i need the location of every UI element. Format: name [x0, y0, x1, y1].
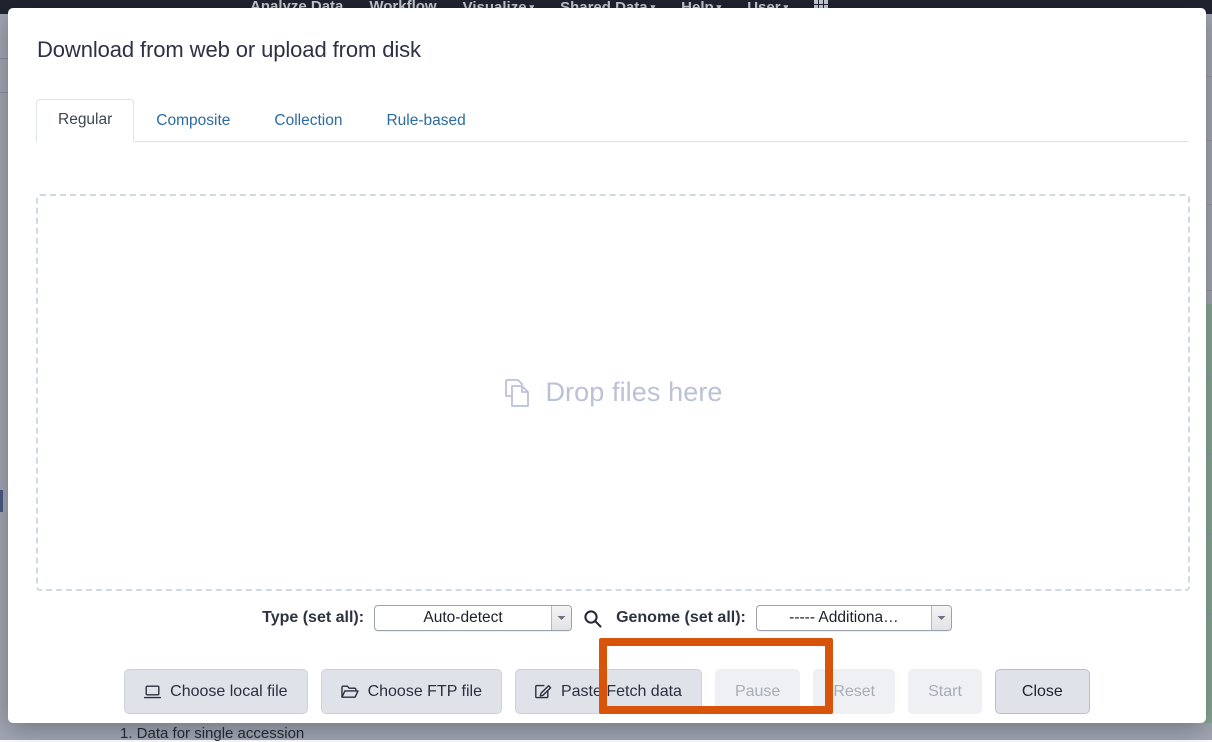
button-label: Choose local file: [170, 683, 287, 701]
upload-modal: Download from web or upload from disk Re…: [8, 8, 1206, 723]
genome-select-value: ----- Additiona…: [757, 606, 931, 630]
chevron-down-icon[interactable]: [931, 606, 951, 630]
search-icon[interactable]: [583, 609, 602, 628]
background-bottom-strip: 1. Data for single accession: [0, 723, 1212, 740]
type-select-value: Auto-detect: [375, 606, 551, 630]
tab-bar: Regular Composite Collection Rule-based: [36, 100, 1188, 142]
button-label: Start: [928, 683, 962, 701]
button-label: Reset: [833, 683, 875, 701]
action-buttons-row: Choose local file Choose FTP file Paste/…: [8, 669, 1206, 714]
background-bottom-text: 1. Data for single accession: [120, 725, 304, 742]
page-title: Download from web or upload from disk: [37, 37, 421, 63]
settings-row: Type (set all): Auto-detect Genome (set …: [8, 605, 1206, 631]
button-label: Pause: [735, 683, 780, 701]
choose-local-file-button[interactable]: Choose local file: [124, 669, 307, 714]
genome-select[interactable]: ----- Additiona…: [756, 605, 952, 631]
paste-fetch-data-button[interactable]: Paste/Fetch data: [515, 669, 702, 714]
tab-composite[interactable]: Composite: [134, 100, 252, 142]
laptop-icon: [144, 685, 161, 699]
start-button[interactable]: Start: [908, 669, 982, 714]
dropzone-label: Drop files here: [545, 377, 722, 408]
type-select[interactable]: Auto-detect: [374, 605, 572, 631]
tab-collection[interactable]: Collection: [252, 100, 364, 142]
background-left-accent: [0, 490, 3, 512]
button-label: Choose FTP file: [368, 683, 482, 701]
dropzone-content: Drop files here: [503, 377, 722, 408]
pause-button[interactable]: Pause: [715, 669, 800, 714]
genome-set-all-label: Genome (set all):: [616, 609, 746, 627]
chevron-down-icon[interactable]: [551, 606, 571, 630]
copy-files-icon: [503, 378, 531, 408]
tab-regular[interactable]: Regular: [36, 99, 134, 142]
button-label: Paste/Fetch data: [561, 683, 682, 701]
file-dropzone[interactable]: Drop files here: [36, 194, 1190, 591]
type-set-all-label: Type (set all):: [262, 609, 364, 627]
tab-rule-based[interactable]: Rule-based: [364, 100, 487, 142]
choose-ftp-file-button[interactable]: Choose FTP file: [321, 669, 502, 714]
button-label: Close: [1022, 683, 1063, 701]
close-button[interactable]: Close: [995, 669, 1090, 714]
folder-open-icon: [341, 685, 359, 699]
reset-button[interactable]: Reset: [813, 669, 895, 714]
pencil-square-icon: [535, 684, 552, 699]
